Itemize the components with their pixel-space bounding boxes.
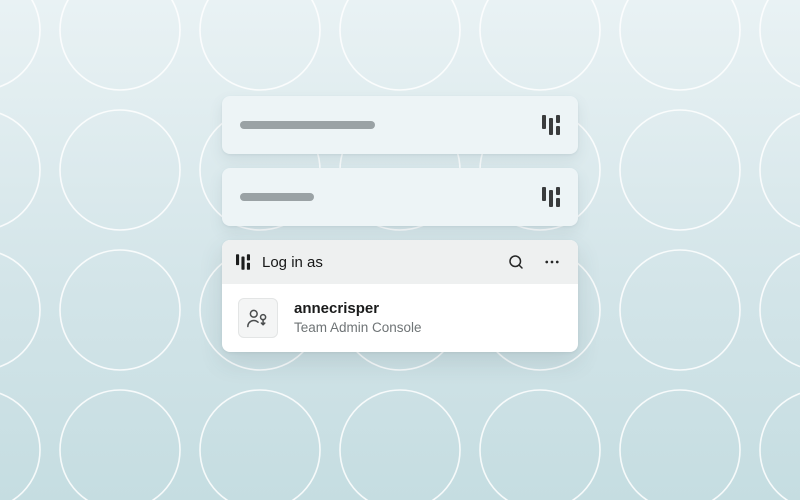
search-icon[interactable] [504, 250, 528, 274]
1password-logo-icon[interactable] [542, 115, 560, 135]
result-text: annecrisper Team Admin Console [294, 299, 422, 337]
more-icon[interactable] [540, 250, 564, 274]
1password-logo-icon [236, 254, 250, 270]
stage: Log in as [0, 0, 800, 500]
user-key-icon [238, 298, 278, 338]
result-username: annecrisper [294, 299, 422, 319]
credential-field-1[interactable] [222, 96, 578, 154]
login-result-item[interactable]: annecrisper Team Admin Console [222, 284, 578, 352]
credential-placeholder [240, 193, 314, 201]
result-context: Team Admin Console [294, 319, 422, 337]
autofill-stack: Log in as [222, 96, 578, 352]
autofill-panel: Log in as [222, 240, 578, 352]
credential-placeholder [240, 121, 375, 129]
panel-header: Log in as [222, 240, 578, 284]
panel-title: Log in as [262, 254, 323, 271]
1password-logo-icon[interactable] [542, 187, 560, 207]
credential-field-2[interactable] [222, 168, 578, 226]
